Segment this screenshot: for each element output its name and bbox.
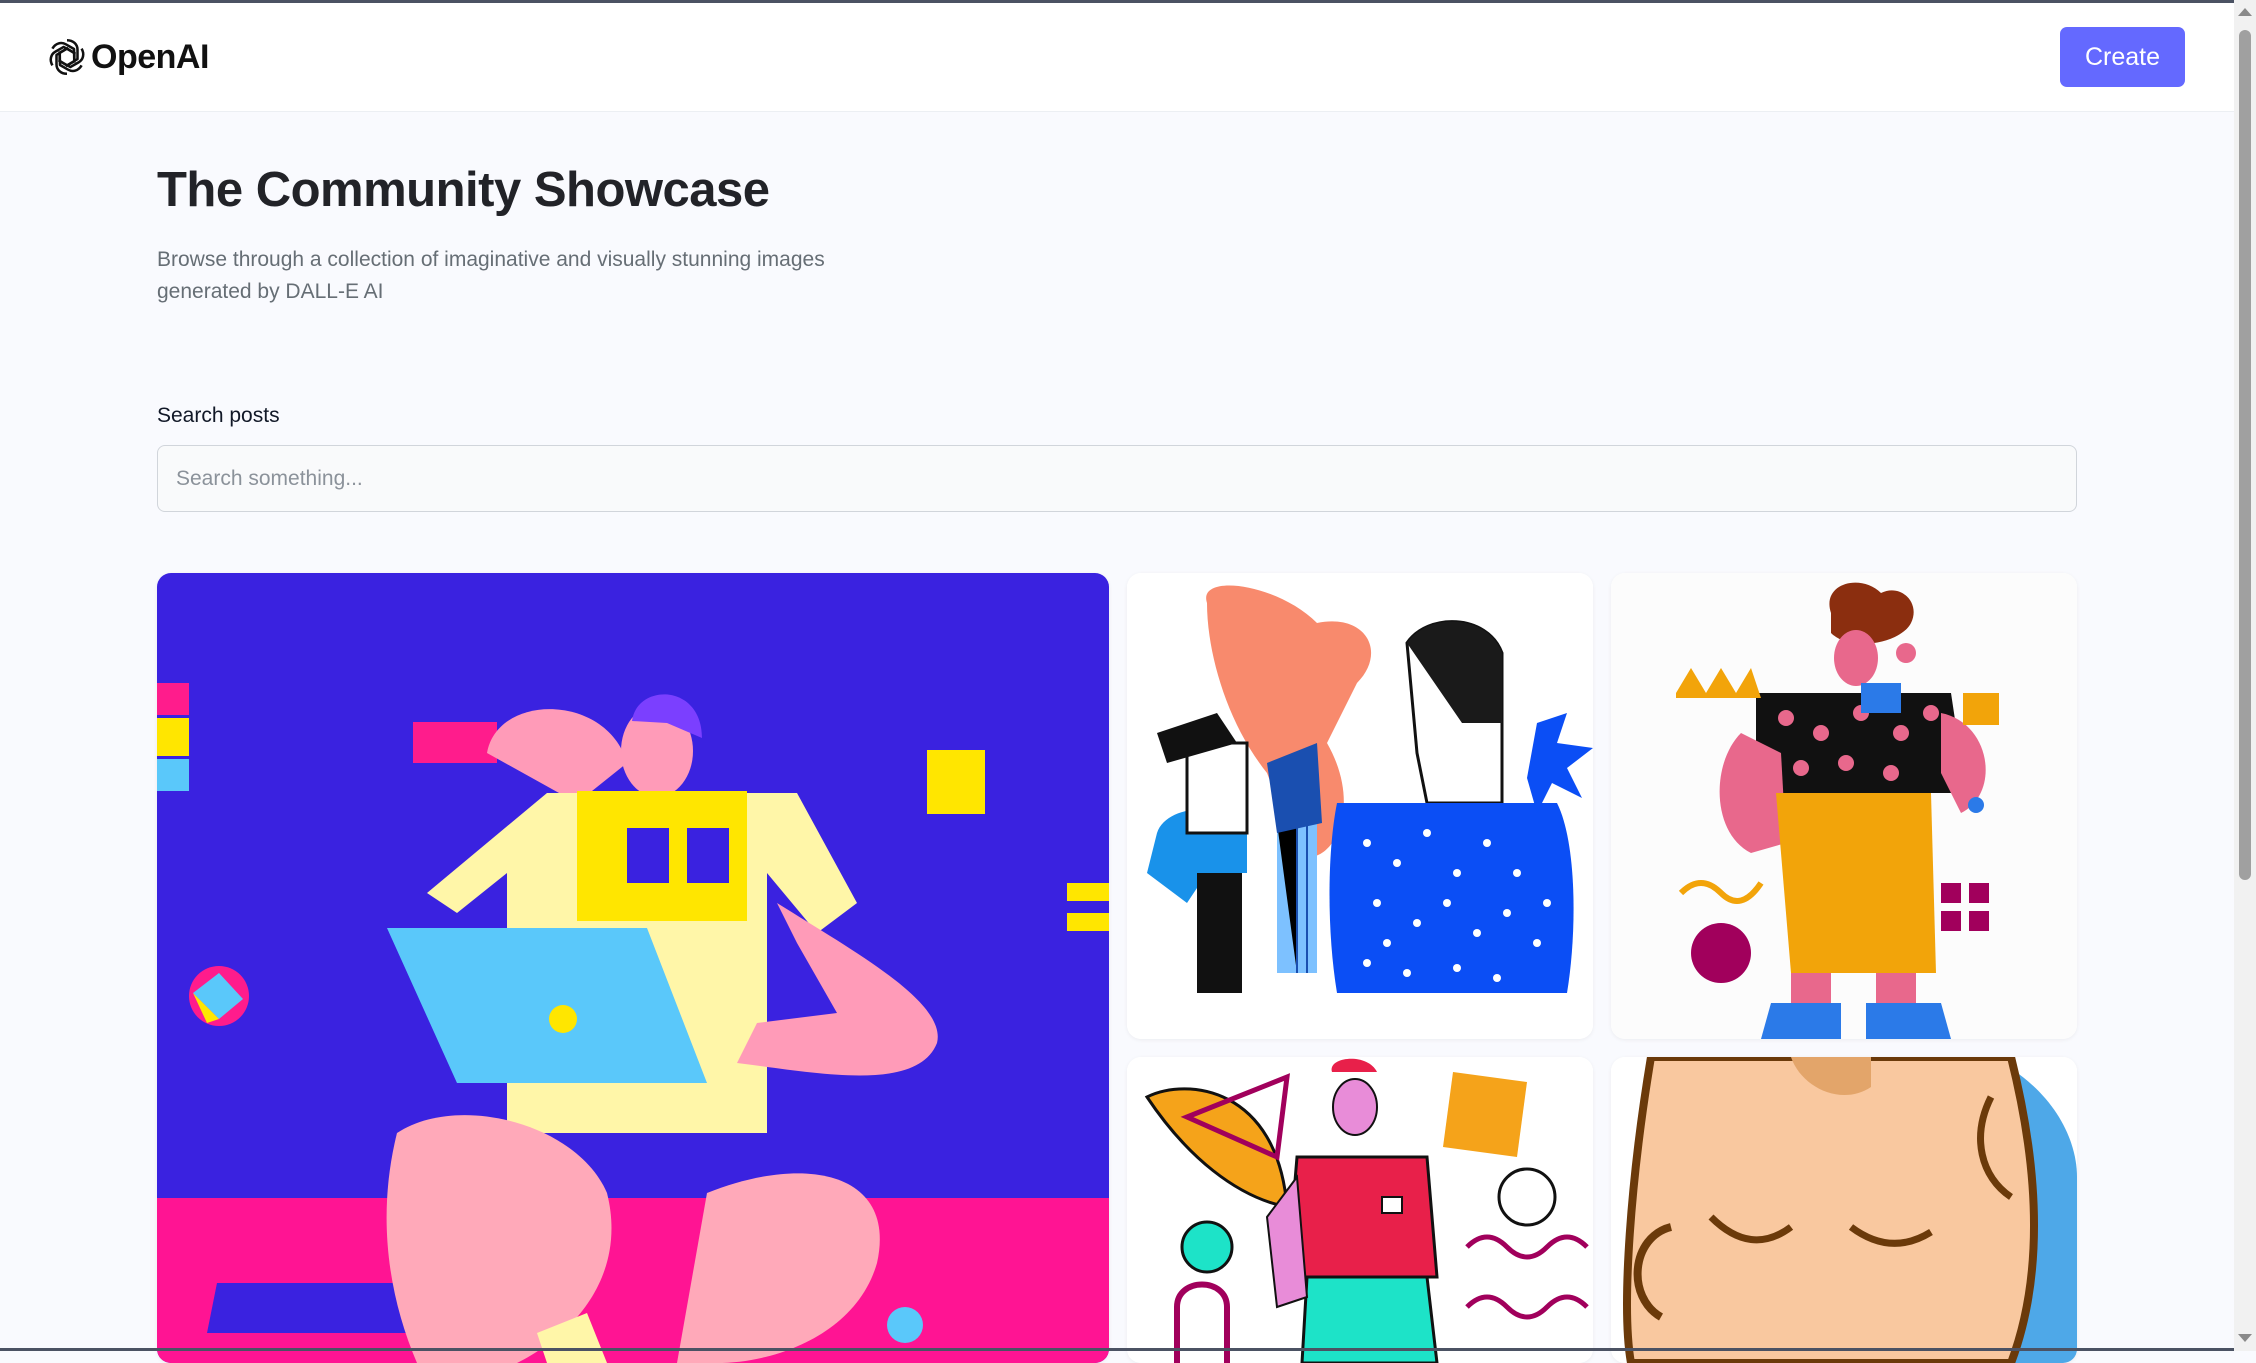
create-button[interactable]: Create — [2060, 27, 2185, 87]
vertical-scrollbar[interactable] — [2234, 0, 2256, 1351]
page-subtitle: Browse through a collection of imaginati… — [157, 248, 825, 303]
openai-logo-icon — [49, 38, 85, 76]
search-input[interactable] — [157, 445, 2077, 512]
gallery-card-face[interactable] — [1611, 1057, 2077, 1363]
gallery-card-laptop[interactable] — [157, 573, 1109, 1363]
scroll-down-icon[interactable] — [2238, 1334, 2252, 1342]
illustration-people-group — [1127, 573, 1593, 1039]
scrollbar-thumb[interactable] — [2239, 30, 2251, 880]
gallery-card-flower[interactable] — [1611, 573, 2077, 1039]
gallery-card-people[interactable] — [1127, 573, 1593, 1039]
illustration-sleeping-face — [1611, 1057, 2077, 1363]
gallery-card-shapes[interactable] — [1127, 1057, 1593, 1363]
illustration-person-laptop — [157, 573, 1109, 1363]
brand-name: OpenAI — [91, 37, 209, 76]
illustration-man-shapes — [1127, 1057, 1593, 1363]
brand-logo[interactable]: OpenAI — [46, 36, 209, 78]
scroll-up-icon[interactable] — [2238, 8, 2252, 16]
search-label: Search posts — [157, 404, 280, 427]
top-navbar: OpenAI Create — [0, 3, 2234, 112]
page-title: The Community Showcase — [157, 163, 770, 217]
illustration-man-flower — [1611, 573, 2077, 1039]
